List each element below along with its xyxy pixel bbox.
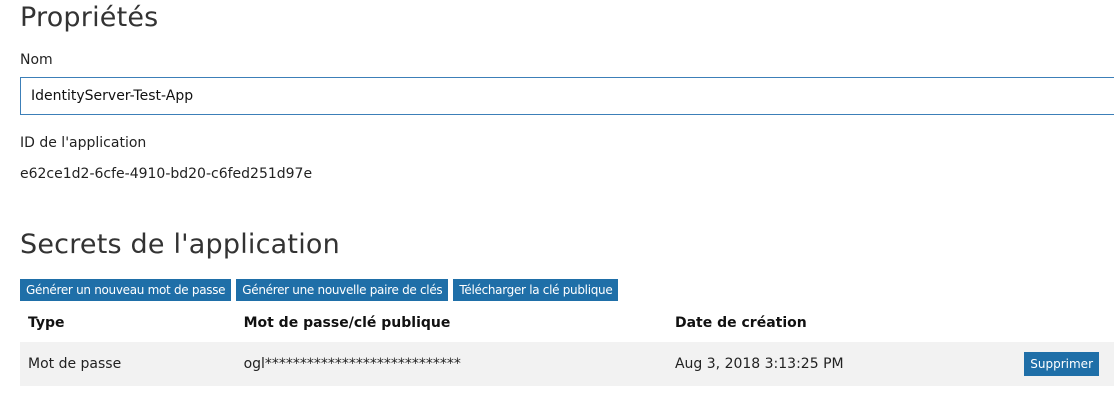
app-id-label: ID de l'application	[20, 135, 147, 151]
table-row: Mot de passe ogl************************…	[20, 342, 1114, 386]
name-label: Nom	[20, 52, 53, 68]
column-header-created: Date de création	[674, 314, 807, 331]
cell-created: Aug 3, 2018 3:13:25 PM	[666, 342, 1017, 386]
column-header-type: Type	[28, 314, 65, 331]
app-id-value: e62ce1d2-6cfe-4910-bd20-c6fed251d97e	[20, 166, 313, 182]
properties-title: Propriétés	[20, 2, 159, 33]
column-header-action	[1016, 303, 1114, 342]
cell-secret: ogl****************************	[235, 342, 667, 386]
table-header-row: Type Mot de passe/clé publique Date de c…	[20, 303, 1114, 342]
generate-password-button[interactable]: Générer un nouveau mot de passe	[20, 279, 232, 301]
app-properties-page: Propriétés Nom ID de l'application e62ce…	[0, 0, 1114, 414]
secrets-table: Type Mot de passe/clé publique Date de c…	[20, 303, 1114, 386]
name-input[interactable]	[20, 77, 1114, 115]
secrets-toolbar: Générer un nouveau mot de passe Générer …	[20, 279, 619, 301]
download-public-key-button[interactable]: Télécharger la clé publique	[453, 279, 619, 301]
secrets-title: Secrets de l'application	[20, 229, 340, 260]
cell-type: Mot de passe	[20, 342, 236, 386]
generate-keypair-button[interactable]: Générer une nouvelle paire de clés	[236, 279, 449, 301]
cell-action: Supprimer	[1016, 342, 1114, 386]
column-header-secret: Mot de passe/clé publique	[243, 314, 451, 331]
delete-button[interactable]: Supprimer	[1024, 352, 1099, 376]
